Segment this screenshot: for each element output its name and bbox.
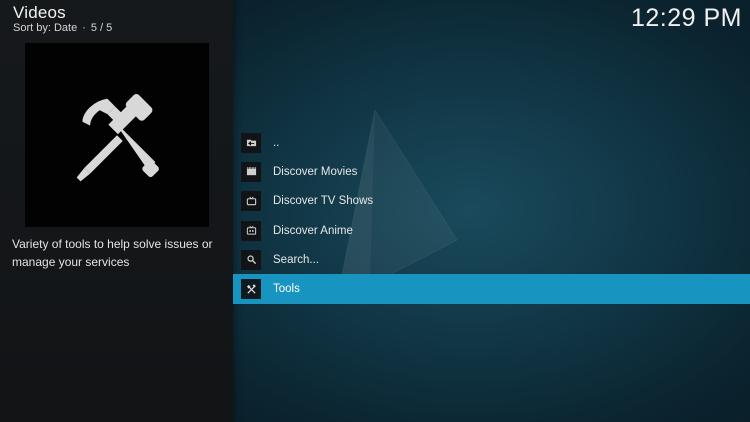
clock: 12:29 PM	[630, 4, 742, 32]
list-item-parent-folder[interactable]: ..	[233, 128, 750, 157]
kodi-screen: Videos Sort by: Date · 5 / 5 Variety of …	[0, 0, 750, 422]
list-item-label: Search...	[273, 253, 320, 266]
page-title: Videos	[13, 3, 66, 22]
media-list: .. Discover Movies Discover TV Shows Dis…	[233, 128, 750, 304]
list-item-label: Discover TV Shows	[273, 195, 374, 208]
sort-info: Sort by: Date · 5 / 5	[13, 22, 112, 34]
list-item-label: Tools	[273, 283, 300, 296]
sort-label: Sort by: Date	[13, 22, 78, 34]
tools-icon	[241, 279, 261, 300]
list-item-label: ..	[273, 136, 280, 149]
anime-icon	[241, 220, 261, 241]
tv-icon	[241, 191, 261, 212]
list-item-discover-movies[interactable]: Discover Movies	[233, 157, 750, 186]
list-item-label: Discover Anime	[273, 224, 353, 237]
list-item-discover-anime[interactable]: Discover Anime	[233, 216, 750, 245]
search-icon	[241, 249, 261, 270]
item-description: Variety of tools to help solve issues or…	[12, 237, 213, 269]
item-position: 5 / 5	[90, 22, 113, 34]
sort-separator: ·	[82, 22, 86, 34]
tools-icon	[76, 94, 159, 182]
info-sidebar: Videos Sort by: Date · 5 / 5 Variety of …	[0, 0, 233, 422]
list-item-discover-tv-shows[interactable]: Discover TV Shows	[233, 187, 750, 216]
movie-icon	[241, 161, 261, 182]
list-item-search[interactable]: Search...	[233, 245, 750, 274]
item-thumbnail	[25, 43, 209, 227]
list-item-label: Discover Movies	[273, 165, 358, 178]
list-item-tools[interactable]: Tools	[233, 274, 750, 304]
folder-back-icon	[241, 132, 261, 153]
